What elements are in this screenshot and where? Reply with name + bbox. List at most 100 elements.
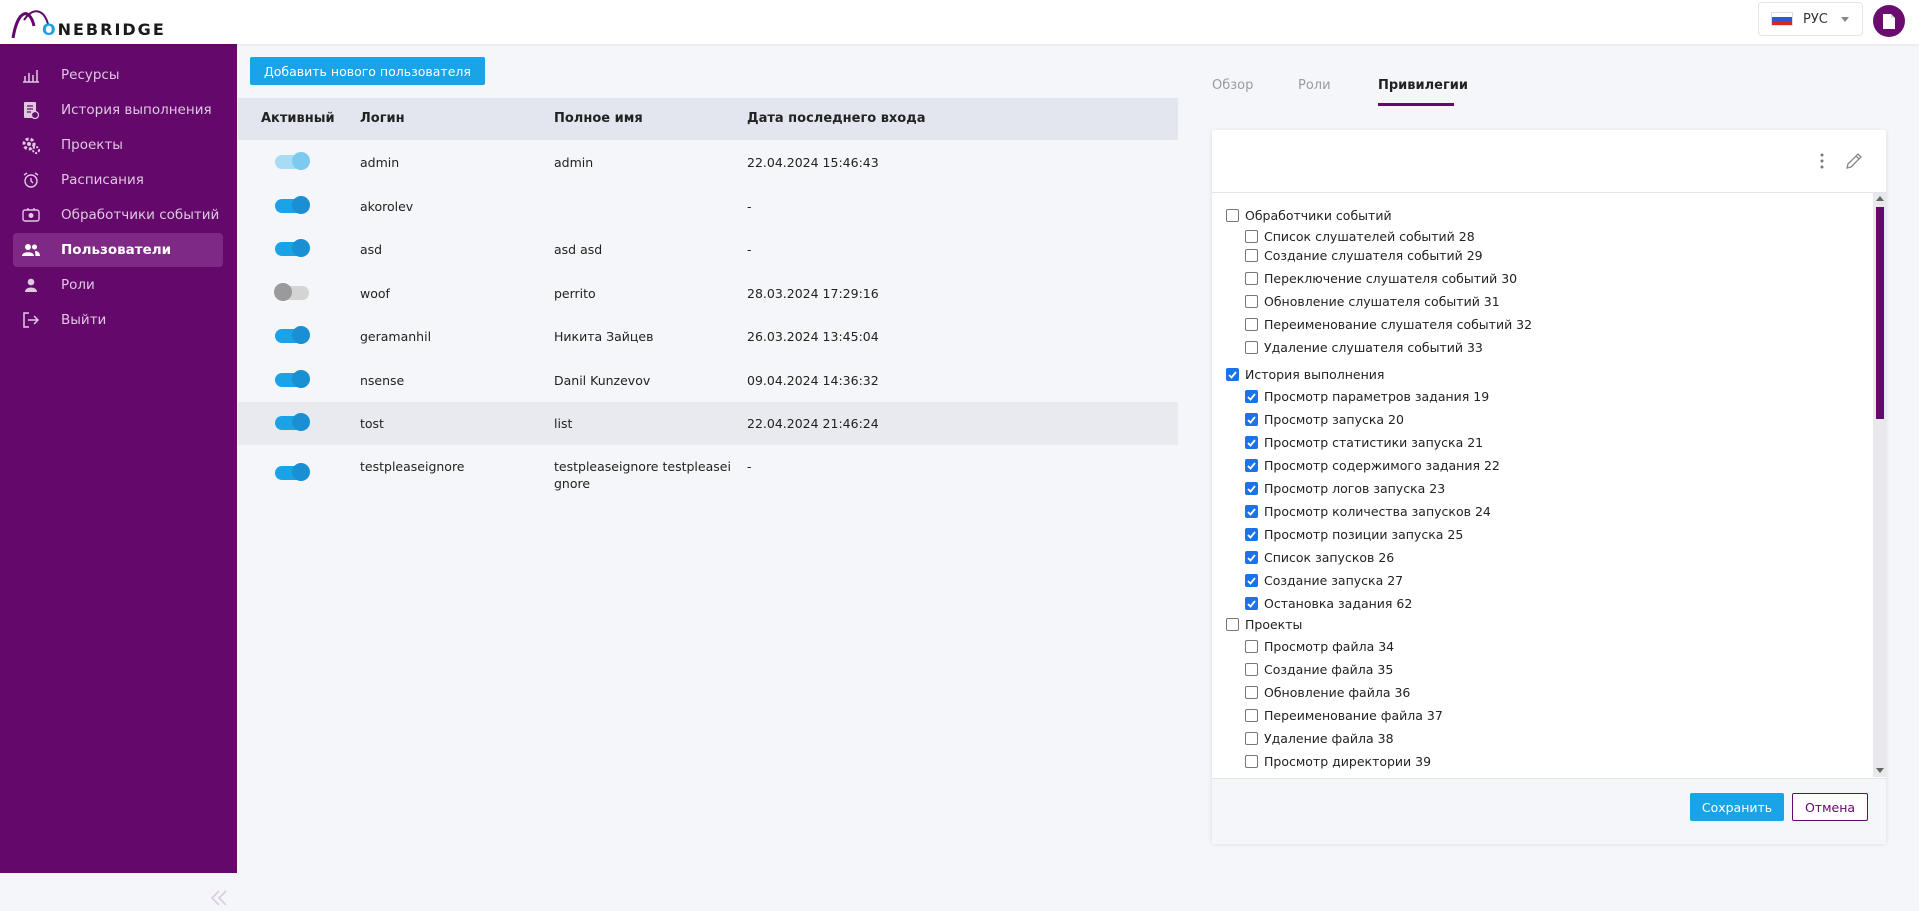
edit-pencil-icon[interactable] (1844, 151, 1864, 171)
privilege-checkbox[interactable] (1245, 686, 1258, 699)
active-toggle[interactable] (275, 413, 310, 431)
privilege-item[interactable]: Просмотр количества запусков 24 (1245, 504, 1491, 519)
privilege-item[interactable]: Просмотр файла 34 (1245, 639, 1394, 654)
tab-privileges[interactable]: Привилегии (1378, 78, 1468, 93)
sidebar-item-resources[interactable]: Ресурсы (13, 58, 223, 92)
privilege-checkbox[interactable] (1245, 482, 1258, 495)
privilege-item[interactable]: Обновление файла 36 (1245, 685, 1410, 700)
privilege-item[interactable]: Создание слушателя событий 29 (1245, 248, 1483, 263)
privilege-item[interactable]: Список запусков 26 (1245, 550, 1394, 565)
language-selector[interactable]: РУС (1758, 2, 1863, 36)
privilege-item[interactable]: Переключение слушателя событий 30 (1245, 271, 1517, 286)
cell-full-name: admin (554, 155, 594, 170)
column-header-full-name[interactable]: Полное имя (554, 111, 643, 126)
privilege-item[interactable]: Просмотр запуска 20 (1245, 412, 1404, 427)
privilege-checkbox[interactable] (1245, 709, 1258, 722)
scrollbar-thumb[interactable] (1876, 207, 1884, 419)
check-icon (1247, 392, 1256, 401)
privilege-item[interactable]: Создание файла 35 (1245, 662, 1393, 677)
privilege-checkbox[interactable] (1245, 597, 1258, 610)
privilege-group[interactable]: История выполнения (1226, 367, 1384, 382)
group-checkbox[interactable] (1226, 368, 1239, 381)
active-toggle[interactable] (275, 463, 310, 481)
table-row[interactable]: akorolev - (238, 185, 1178, 228)
privilege-checkbox[interactable] (1245, 272, 1258, 285)
privilege-item[interactable]: Просмотр статистики запуска 21 (1245, 435, 1483, 450)
privilege-checkbox[interactable] (1245, 390, 1258, 403)
table-row[interactable]: geramanhil Никита Зайцев 26.03.2024 13:4… (238, 315, 1178, 358)
active-toggle[interactable] (275, 239, 310, 257)
privilege-checkbox[interactable] (1245, 318, 1258, 331)
group-checkbox[interactable] (1226, 618, 1239, 631)
privilege-item[interactable]: Просмотр директории 39 (1245, 754, 1431, 769)
table-row-selected[interactable]: tost list 22.04.2024 21:46:24 (238, 402, 1178, 445)
privilege-item[interactable]: Просмотр логов запуска 23 (1245, 481, 1445, 496)
table-row[interactable]: nsense Danil Kunzevov 09.04.2024 14:36:3… (238, 359, 1178, 402)
table-row[interactable]: asd asd asd - (238, 228, 1178, 271)
check-icon (1247, 576, 1256, 585)
privilege-group[interactable]: Проекты (1226, 617, 1302, 632)
privilege-item[interactable]: Остановка задания 62 (1245, 596, 1412, 611)
privilege-checkbox[interactable] (1245, 249, 1258, 262)
privilege-item[interactable]: Просмотр параметров задания 19 (1245, 389, 1489, 404)
active-toggle[interactable] (275, 196, 310, 214)
privilege-checkbox[interactable] (1245, 640, 1258, 653)
privilege-checkbox[interactable] (1245, 341, 1258, 354)
privilege-checkbox[interactable] (1245, 436, 1258, 449)
save-button[interactable]: Сохранить (1690, 793, 1784, 821)
table-row[interactable]: testpleaseignore testpleaseignore testpl… (238, 446, 1178, 504)
onebridge-logo[interactable]: ONEBRIDGE (10, 6, 164, 40)
column-header-active[interactable]: Активный (261, 111, 335, 126)
table-row[interactable]: admin admin 22.04.2024 15:46:43 (238, 141, 1178, 184)
tab-roles[interactable]: Роли (1298, 78, 1331, 93)
privileges-scrollbar[interactable] (1873, 193, 1886, 777)
privilege-item[interactable]: Удаление слушателя событий 33 (1245, 340, 1483, 355)
sidebar-item-projects[interactable]: Проекты (13, 128, 223, 162)
privilege-item[interactable]: Удаление файла 38 (1245, 731, 1394, 746)
privilege-item[interactable]: Переименование слушателя событий 32 (1245, 317, 1532, 332)
active-toggle[interactable] (275, 326, 310, 344)
scroll-up-arrow-icon[interactable] (1876, 196, 1884, 201)
cancel-button[interactable]: Отмена (1792, 793, 1868, 821)
privilege-item[interactable]: Переименование файла 37 (1245, 708, 1443, 723)
table-row[interactable]: woof perrito 28.03.2024 17:29:16 (238, 272, 1178, 315)
privilege-item[interactable]: Создание запуска 27 (1245, 573, 1403, 588)
privilege-checkbox[interactable] (1245, 551, 1258, 564)
privilege-item[interactable]: Список слушателей событий 28 (1245, 229, 1475, 244)
sidebar-item-history[interactable]: История выполнения (13, 93, 223, 127)
privilege-checkbox[interactable] (1245, 413, 1258, 426)
active-toggle[interactable] (275, 370, 310, 388)
scroll-down-arrow-icon[interactable] (1876, 768, 1884, 773)
sidebar-item-roles[interactable]: Роли (13, 268, 223, 302)
sidebar-item-schedules[interactable]: Расписания (13, 163, 223, 197)
privilege-item[interactable]: Обновление слушателя событий 31 (1245, 294, 1500, 309)
column-header-login[interactable]: Логин (360, 111, 405, 126)
privilege-checkbox[interactable] (1245, 663, 1258, 676)
column-header-last-login[interactable]: Дата последнего входа (747, 111, 926, 126)
privilege-checkbox[interactable] (1245, 755, 1258, 768)
privilege-item[interactable]: Просмотр содержимого задания 22 (1245, 458, 1500, 473)
privilege-checkbox[interactable] (1245, 732, 1258, 745)
cell-login: tost (360, 416, 384, 431)
group-checkbox[interactable] (1226, 209, 1239, 222)
privilege-item[interactable]: Просмотр позиции запуска 25 (1245, 527, 1463, 542)
sidebar-item-event-handlers[interactable]: Обработчики событий (13, 198, 223, 232)
active-toggle[interactable] (275, 152, 310, 170)
privilege-checkbox[interactable] (1245, 295, 1258, 308)
privilege-group[interactable]: Обработчики событий (1226, 208, 1392, 223)
privilege-checkbox[interactable] (1245, 528, 1258, 541)
sidebar-item-label: Обработчики событий (61, 207, 220, 223)
add-user-button[interactable]: Добавить нового пользователя (250, 57, 485, 85)
tab-overview[interactable]: Обзор (1212, 78, 1253, 93)
double-chevron-left-icon[interactable] (209, 889, 229, 907)
more-vertical-icon[interactable] (1816, 152, 1828, 170)
privilege-checkbox[interactable] (1245, 230, 1258, 243)
sidebar-item-users[interactable]: Пользователи (13, 233, 223, 267)
active-toggle[interactable] (274, 283, 309, 301)
sidebar-item-logout[interactable]: Выйти (13, 303, 223, 337)
user-menu-button[interactable] (1873, 5, 1905, 37)
privilege-checkbox[interactable] (1245, 574, 1258, 587)
privileges-list[interactable]: Обработчики событий Список слушателей со… (1212, 193, 1886, 777)
privilege-checkbox[interactable] (1245, 505, 1258, 518)
privilege-checkbox[interactable] (1245, 459, 1258, 472)
